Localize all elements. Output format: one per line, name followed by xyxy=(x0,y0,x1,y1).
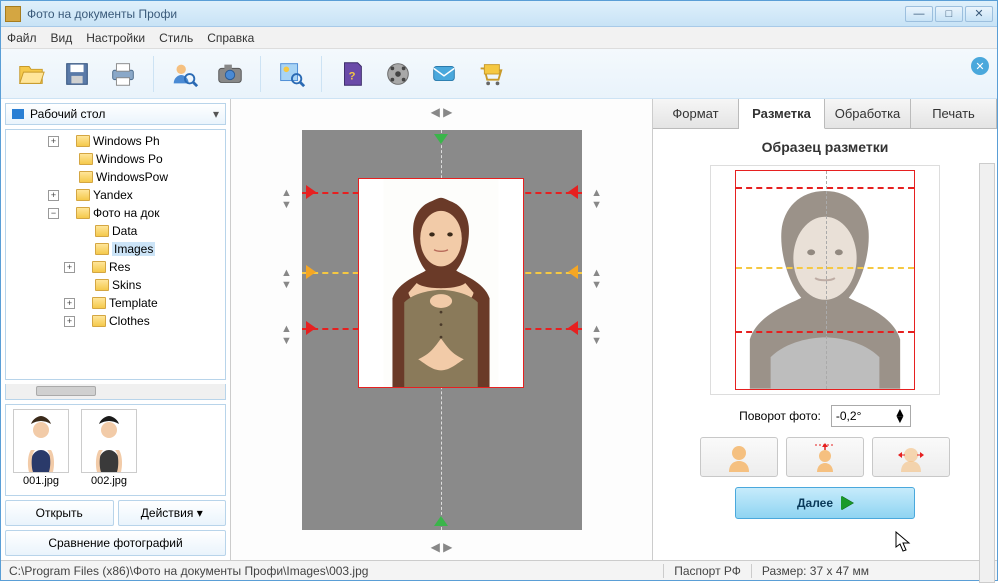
rotate-spinner[interactable]: -0,2° ▲▼ xyxy=(831,405,911,427)
minimize-button[interactable]: — xyxy=(905,6,933,22)
right-panel: Формат Разметка Обработка Печать Образец… xyxy=(652,99,997,560)
left-panel: Рабочий стол ▾ +Windows PhWindows PoWind… xyxy=(1,99,231,560)
rotate-value: -0,2° xyxy=(836,409,861,423)
statusbar: C:\Program Files (x86)\Фото на документы… xyxy=(1,560,997,580)
thumbnail[interactable]: 002.jpg xyxy=(78,409,140,491)
markup-panel: Образец разметки xyxy=(653,129,997,560)
close-button[interactable]: ✕ xyxy=(965,6,993,22)
svg-text:?: ? xyxy=(349,70,356,82)
chevron-down-icon: ▾ xyxy=(213,107,219,121)
toolbar: ? ✕ xyxy=(1,49,997,99)
red-marker-bl[interactable] xyxy=(306,321,316,335)
tabs: Формат Разметка Обработка Печать xyxy=(653,99,997,129)
red-marker-tr[interactable] xyxy=(568,185,578,199)
maximize-button[interactable]: □ xyxy=(935,6,963,22)
thumbnails: 001.jpg002.jpg xyxy=(5,404,226,496)
camera-icon[interactable] xyxy=(210,54,250,94)
yellow-marker-l[interactable] xyxy=(306,265,316,279)
tree-item[interactable]: +Res xyxy=(6,258,225,276)
tree-item[interactable]: +Template xyxy=(6,294,225,312)
height-tool-button[interactable] xyxy=(786,437,864,477)
next-button[interactable]: Далее xyxy=(735,487,915,519)
status-path: C:\Program Files (x86)\Фото на документы… xyxy=(9,564,368,578)
head-tool-button[interactable] xyxy=(700,437,778,477)
status-size: Размер: 37 x 47 мм xyxy=(762,564,869,578)
pan-arrows-left-3[interactable]: ▲▼ xyxy=(281,323,292,347)
sample-preview xyxy=(710,165,940,395)
combo-label: Рабочий стол xyxy=(30,107,105,121)
status-format: Паспорт РФ xyxy=(674,564,741,578)
tab-markup[interactable]: Разметка xyxy=(739,99,825,129)
compare-button[interactable]: Сравнение фотографий xyxy=(5,530,226,556)
actions-button[interactable]: Действия ▾ xyxy=(118,500,227,526)
menu-settings[interactable]: Настройки xyxy=(86,31,145,45)
preview-icon[interactable] xyxy=(271,54,311,94)
folder-tree[interactable]: +Windows PhWindows PoWindowsPow+Yandex−Ф… xyxy=(5,129,226,380)
tree-item[interactable]: Windows Po xyxy=(6,150,225,168)
app-window: Фото на документы Профи — □ ✕ Файл Вид Н… xyxy=(0,0,998,581)
menu-view[interactable]: Вид xyxy=(51,31,73,45)
tab-print[interactable]: Печать xyxy=(911,99,997,128)
menu-file[interactable]: Файл xyxy=(7,31,37,45)
tree-scrollbar[interactable] xyxy=(5,384,226,400)
pan-arrows-right-2[interactable]: ▲▼ xyxy=(591,267,602,291)
tree-item[interactable]: +Windows Ph xyxy=(6,132,225,150)
tree-item[interactable]: Images xyxy=(6,240,225,258)
sample-heading: Образец разметки xyxy=(762,139,889,155)
green-marker-bottom[interactable] xyxy=(434,516,448,526)
crop-frame[interactable] xyxy=(358,178,524,388)
tree-item[interactable]: +Clothes xyxy=(6,312,225,330)
location-combo[interactable]: Рабочий стол ▾ xyxy=(5,103,226,125)
menu-style[interactable]: Стиль xyxy=(159,31,193,45)
close-panel-icon[interactable]: ✕ xyxy=(971,57,989,75)
canvas-area[interactable]: ◀ ▶ ◀ ▶ xyxy=(231,99,652,560)
width-tool-button[interactable] xyxy=(872,437,950,477)
tree-item[interactable]: WindowsPow xyxy=(6,168,225,186)
pan-arrows-right-3[interactable]: ▲▼ xyxy=(591,323,602,347)
tree-item[interactable]: Skins xyxy=(6,276,225,294)
tab-processing[interactable]: Обработка xyxy=(825,99,911,128)
red-marker-tl[interactable] xyxy=(306,185,316,199)
open-button[interactable]: Открыть xyxy=(5,500,114,526)
tree-item[interactable]: Data xyxy=(6,222,225,240)
tree-item[interactable]: +Yandex xyxy=(6,186,225,204)
cursor-icon xyxy=(895,531,913,553)
pan-arrows-left-2[interactable]: ▲▼ xyxy=(281,267,292,291)
menubar: Файл Вид Настройки Стиль Справка xyxy=(1,27,997,49)
thumbnail[interactable]: 001.jpg xyxy=(10,409,72,491)
panel-scrollbar[interactable] xyxy=(979,163,995,583)
save-icon[interactable] xyxy=(57,54,97,94)
pan-arrows-top[interactable]: ◀ ▶ xyxy=(431,105,453,119)
person-zoom-icon[interactable] xyxy=(164,54,204,94)
cart-icon[interactable] xyxy=(470,54,510,94)
pan-arrows-bottom[interactable]: ◀ ▶ xyxy=(431,540,453,554)
app-icon xyxy=(5,6,21,22)
menu-help[interactable]: Справка xyxy=(207,31,254,45)
window-title: Фото на документы Профи xyxy=(27,7,905,21)
open-file-icon[interactable] xyxy=(11,54,51,94)
pan-arrows-left-1[interactable]: ▲▼ xyxy=(281,187,292,211)
photo-canvas[interactable] xyxy=(302,130,582,530)
print-icon[interactable] xyxy=(103,54,143,94)
arrow-right-icon xyxy=(841,496,853,510)
titlebar: Фото на документы Профи — □ ✕ xyxy=(1,1,997,27)
help-icon[interactable]: ? xyxy=(332,54,372,94)
tree-item[interactable]: −Фото на док xyxy=(6,204,225,222)
yellow-marker-r[interactable] xyxy=(568,265,578,279)
rotate-label: Поворот фото: xyxy=(739,409,821,423)
next-label: Далее xyxy=(797,496,833,510)
tab-format[interactable]: Формат xyxy=(653,99,739,128)
photo-preview xyxy=(359,179,523,387)
green-marker-top[interactable] xyxy=(434,134,448,144)
feedback-icon[interactable] xyxy=(424,54,464,94)
video-icon[interactable] xyxy=(378,54,418,94)
pan-arrows-right-1[interactable]: ▲▼ xyxy=(591,187,602,211)
red-marker-br[interactable] xyxy=(568,321,578,335)
